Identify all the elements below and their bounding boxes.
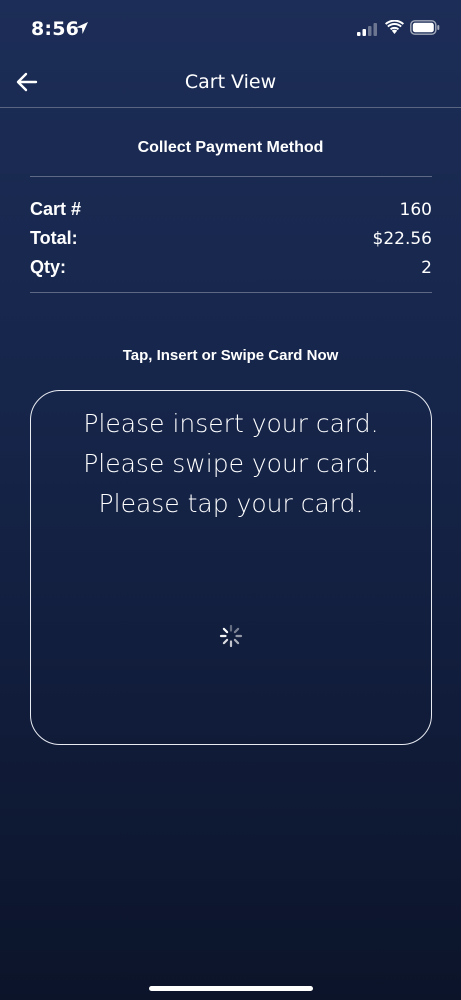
cart-summary: Cart # 160 Total: $22.56 Qty: 2 — [30, 195, 432, 282]
status-time: 8:56 — [31, 18, 80, 40]
location-arrow-icon — [76, 22, 88, 34]
swipe-card-message: Please swipe your card. — [83, 449, 379, 478]
cart-number-row: Cart # 160 — [30, 195, 432, 224]
page-title: Cart View — [184, 71, 277, 93]
status-bar: 8:56 — [0, 0, 461, 60]
home-indicator[interactable] — [149, 986, 313, 991]
nav-bar: Cart View — [0, 60, 461, 108]
wifi-icon — [385, 20, 404, 34]
divider — [30, 292, 432, 293]
total-row: Total: $22.56 — [30, 224, 432, 253]
total-value: $22.56 — [372, 228, 432, 249]
loading-spinner-icon — [219, 624, 243, 648]
insert-card-message: Please insert your card. — [83, 409, 379, 438]
section-title: Collect Payment Method — [137, 139, 324, 156]
card-instruction: Tap, Insert or Swipe Card Now — [122, 347, 339, 364]
card-messages: Please insert your card. Please swipe yo… — [31, 404, 431, 524]
qty-label: Qty: — [30, 257, 66, 277]
qty-value: 2 — [421, 257, 432, 278]
tap-card-message: Please tap your card. — [98, 489, 364, 518]
divider — [30, 176, 432, 177]
card-reader-prompt: Please insert your card. Please swipe yo… — [30, 390, 432, 745]
qty-row: Qty: 2 — [30, 253, 432, 282]
battery-icon — [410, 20, 440, 35]
cart-number-value: 160 — [399, 199, 432, 220]
total-label: Total: — [30, 228, 78, 248]
cellular-signal-icon — [357, 23, 377, 36]
cart-number-label: Cart # — [30, 199, 82, 219]
